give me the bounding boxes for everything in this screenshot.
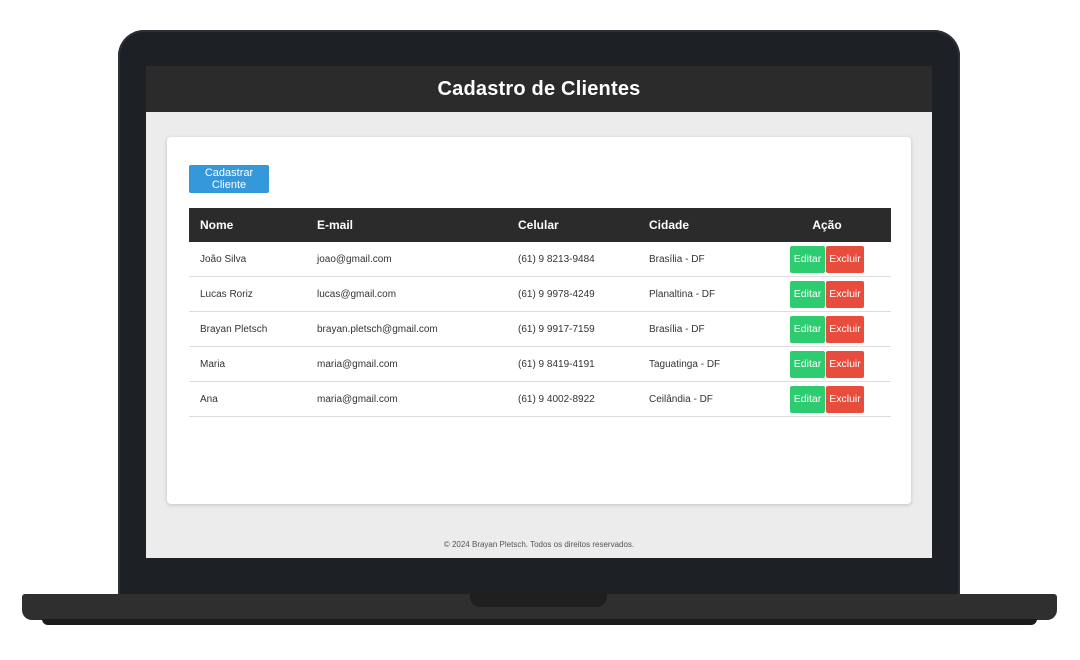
cell-celular: (61) 9 9917-7159 [507,311,638,347]
cell-actions: Editar Excluir [763,311,891,347]
table-row: Brayan Pletsch brayan.pletsch@gmail.com … [189,311,891,347]
add-client-button[interactable]: Cadastrar Cliente [189,165,269,193]
cell-cidade: Brasília - DF [638,242,763,277]
laptop-notch [470,594,607,607]
cell-nome: Lucas Roriz [189,276,306,312]
edit-button[interactable]: Editar [790,245,825,273]
edit-button[interactable]: Editar [790,315,825,343]
cell-actions: Editar Excluir [763,346,891,382]
page-title: Cadastro de Clientes [437,77,641,100]
cell-email: lucas@gmail.com [306,276,507,312]
app-header: Cadastro de Clientes [146,66,932,112]
laptop-base-shadow [42,619,1037,625]
cell-email: maria@gmail.com [306,381,507,417]
cell-actions: Editar Excluir [763,276,891,312]
header-cidade: Cidade [649,218,690,232]
cell-email: brayan.pletsch@gmail.com [306,311,507,347]
edit-button[interactable]: Editar [790,280,825,308]
header-email: E-mail [317,218,354,232]
cell-email: maria@gmail.com [306,346,507,382]
table-row: João Silva joao@gmail.com (61) 9 8213-94… [189,242,891,277]
cell-cidade: Brasília - DF [638,311,763,347]
table-row: Ana maria@gmail.com (61) 9 4002-8922 Cei… [189,381,891,417]
delete-button[interactable]: Excluir [826,315,864,343]
edit-button[interactable]: Editar [790,385,825,413]
cell-cidade: Ceilândia - DF [638,381,763,417]
cell-actions: Editar Excluir [763,381,891,417]
delete-button[interactable]: Excluir [826,245,864,273]
cell-nome: Ana [189,381,306,417]
cell-cidade: Planaltina - DF [638,276,763,312]
clients-card: Cadastrar Cliente Nome E-mail Celular Ci… [167,137,911,504]
cell-celular: (61) 9 4002-8922 [507,381,638,417]
header-acao: Ação [812,218,842,232]
cell-actions: Editar Excluir [763,242,891,277]
cell-nome: Maria [189,346,306,382]
laptop-screen: Cadastro de Clientes Cadastrar Cliente N… [146,66,932,558]
cell-celular: (61) 9 8213-9484 [507,242,638,277]
cell-celular: (61) 9 9978-4249 [507,276,638,312]
cell-email: joao@gmail.com [306,242,507,277]
cell-cidade: Taguatinga - DF [638,346,763,382]
table-header-row: Nome E-mail Celular Cidade Ação [189,208,891,242]
footer-copyright: © 2024 Brayan Pletsch. Todos os direitos… [443,540,635,549]
delete-button[interactable]: Excluir [826,280,864,308]
clients-table: Nome E-mail Celular Cidade Ação João Sil… [189,208,891,417]
header-nome: Nome [200,218,234,232]
table-row: Maria maria@gmail.com (61) 9 8419-4191 T… [189,346,891,382]
header-celular: Celular [518,218,559,232]
delete-button[interactable]: Excluir [826,350,864,378]
cell-nome: Brayan Pletsch [189,311,306,347]
cell-nome: João Silva [189,242,306,277]
cell-celular: (61) 9 8419-4191 [507,346,638,382]
edit-button[interactable]: Editar [790,350,825,378]
delete-button[interactable]: Excluir [826,385,864,413]
table-row: Lucas Roriz lucas@gmail.com (61) 9 9978-… [189,276,891,312]
